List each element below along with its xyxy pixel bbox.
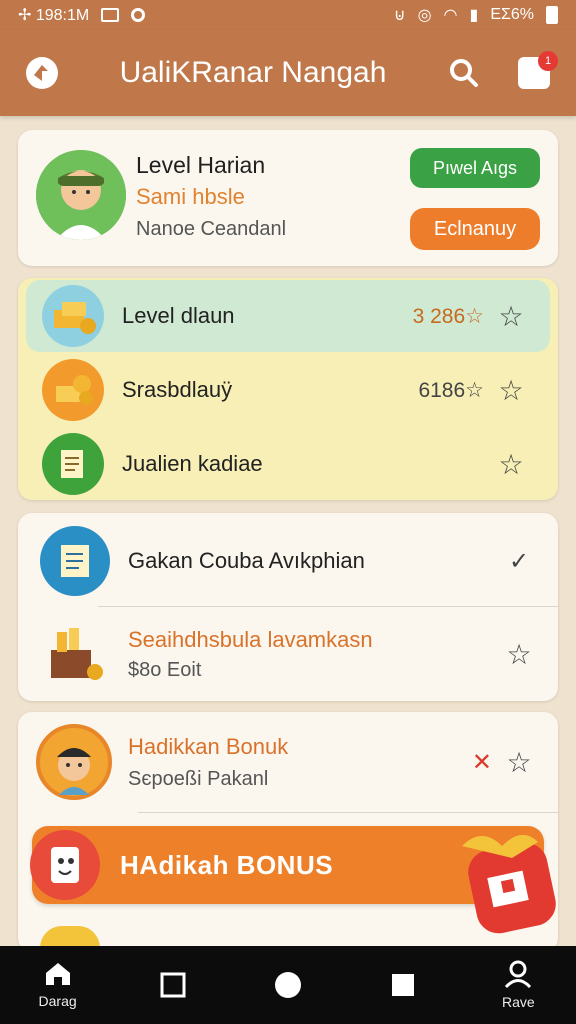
- nav-square[interactable]: [128, 946, 218, 1024]
- star-icon[interactable]: ☆: [502, 637, 536, 671]
- image-icon: [101, 8, 120, 22]
- task-title: Seaihdhsbula lavamkasn: [128, 626, 373, 652]
- task-row[interactable]: Gakan Couba Avıkphian ✓: [18, 521, 558, 601]
- bonus-subtitle: Sєpoeßi Pakanl: [128, 767, 269, 790]
- profile-info: Nanoe Ceandanl: [136, 218, 287, 240]
- profile-subtitle: Sami hbsle: [136, 184, 245, 209]
- profile-name: Level Harian: [136, 152, 266, 178]
- star-icon[interactable]: ☆: [494, 299, 528, 333]
- mascot-icon: [30, 830, 100, 900]
- status-left: ✢ 198:1M: [18, 5, 146, 25]
- battery-text: EΣ6%: [490, 6, 534, 23]
- record-icon: [131, 8, 146, 22]
- nav-filled-square[interactable]: [358, 946, 448, 1024]
- level-row[interactable]: Srasbdlauÿ 6186☆ ☆: [26, 354, 550, 426]
- usb-icon: ⊍: [393, 7, 406, 24]
- avatar: [36, 724, 112, 800]
- task-subtitle: $8o Eoit: [128, 658, 202, 681]
- signal-icon: ▮: [469, 7, 479, 24]
- task-card: Gakan Couba Avıkphian ✓ Seaihdhsbula lav…: [18, 513, 558, 701]
- divider: [138, 812, 558, 813]
- nav-label: Rave: [502, 994, 535, 1010]
- avatar: [36, 150, 126, 240]
- treasure-box-icon: [40, 619, 110, 689]
- checklist-icon: [40, 526, 110, 596]
- status-time: ✢ 198:1M: [18, 7, 90, 24]
- nav-circle[interactable]: [243, 946, 333, 1024]
- level-row[interactable]: Jualien kadiae ☆: [26, 428, 550, 500]
- star-icon[interactable]: ☆: [502, 745, 536, 779]
- status-bar: ✢ 198:1M ⊍ ◎ ◠ ▮ EΣ6%: [0, 0, 576, 30]
- bonus-banner-label: HAdikah BONUS: [120, 849, 334, 880]
- status-right: ⊍ ◎ ◠ ▮ EΣ6%: [394, 5, 558, 25]
- level-list-card: Level dlaun 3 286☆ ☆ Srasbdlauÿ 6186☆ ☆ …: [18, 278, 558, 500]
- profile-icon: [505, 960, 532, 988]
- check-icon[interactable]: ✓: [502, 544, 536, 578]
- star-icon[interactable]: ☆: [494, 447, 528, 481]
- notification-button[interactable]: 1: [514, 51, 558, 93]
- task-text: Gakan Couba Avıkphian: [128, 548, 502, 574]
- task-title: Gakan Couba Avıkphian: [128, 548, 365, 573]
- level-label: Level dlaun: [122, 303, 235, 328]
- app-logo-icon[interactable]: [22, 53, 62, 93]
- document-icon: [42, 433, 104, 495]
- app-bar: UaliKRanar Nangah 1: [0, 30, 576, 116]
- task-text: Seaihdhsbula lavamkasn $8o Eoit: [128, 627, 502, 682]
- gold-bars-icon: [42, 285, 104, 347]
- circle-icon: [274, 972, 301, 998]
- bottom-nav: Darag Rave: [0, 946, 576, 1024]
- home-icon: [45, 963, 70, 985]
- task-row[interactable]: Seaihdhsbula lavamkasn $8o Eoit ☆: [18, 613, 558, 695]
- app-title: UaliKRanar Nangah: [119, 56, 387, 89]
- level-label: Jualien kadiae: [122, 451, 263, 476]
- gold-coins-icon: [42, 359, 104, 421]
- bonus-text: Hadikkan Bonuk Sєpoeßi Pakanl: [128, 734, 472, 791]
- profile-card: Level Harian Sami hbsle Nanoe Ceandanl P…: [18, 130, 558, 266]
- level-label: Srasbdlauÿ: [122, 377, 233, 402]
- close-icon[interactable]: ✕: [472, 748, 492, 777]
- alarm-icon: ◎: [417, 7, 432, 24]
- nav-profile[interactable]: Rave: [473, 946, 563, 1024]
- filled-square-icon: [392, 974, 415, 996]
- wifi-icon: ◠: [443, 7, 458, 24]
- partial-next-row: [40, 926, 100, 948]
- orange-action-button[interactable]: Eclnanuy: [410, 208, 540, 250]
- divider: [98, 606, 558, 607]
- level-value: 6186☆: [418, 378, 484, 402]
- square-icon: [160, 972, 186, 998]
- level-value: 3 286☆: [412, 304, 484, 328]
- bonus-title: Hadikkan Bonuk: [128, 733, 289, 759]
- battery-icon: [546, 6, 558, 24]
- notification-badge: 1: [538, 51, 558, 71]
- star-icon[interactable]: ☆: [494, 373, 528, 407]
- nav-home[interactable]: Darag: [13, 946, 103, 1024]
- green-action-button[interactable]: Pıwel Aıgs: [410, 148, 540, 188]
- nav-label: Darag: [38, 993, 77, 1009]
- bonus-row[interactable]: Hadikkan Bonuk Sєpoeßi Pakanl ✕ ☆: [18, 722, 558, 802]
- gift-icon[interactable]: [452, 816, 562, 936]
- level-row[interactable]: Level dlaun 3 286☆ ☆: [26, 280, 550, 352]
- search-icon[interactable]: [444, 53, 484, 93]
